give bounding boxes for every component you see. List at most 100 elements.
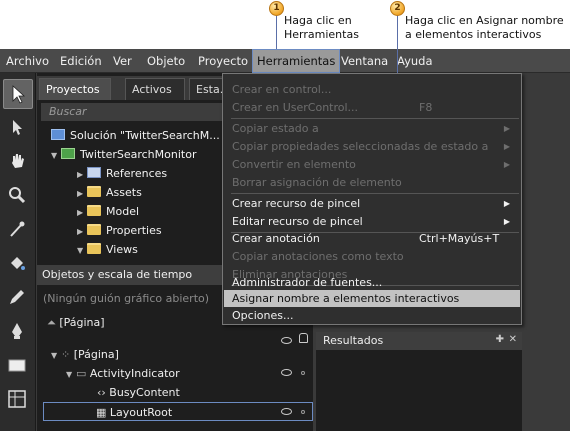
tree-page-label: [Página] [73,348,119,361]
tree-item-assets[interactable]: ▶ Assets [77,183,142,202]
collapse-arrow-icon[interactable]: ▶ [77,222,87,241]
expand-arrow-icon[interactable]: ▼ [51,346,61,365]
menu-item-label: Administrador de fuentes... [232,276,383,289]
storyboard-status[interactable]: (Ningún guión gráfico abierto) [43,289,209,308]
direct-selection-icon [13,120,22,135]
menu-item-label: Crear anotación [232,232,320,245]
visibility-eye-icon[interactable] [281,408,292,415]
collapse-arrow-icon[interactable]: ▶ [77,184,87,203]
direct-selection-tool[interactable] [3,113,33,143]
menu-objeto[interactable]: Objeto [147,49,185,73]
tree-item-properties[interactable]: ▶ Properties [77,221,162,240]
menu-item-copiar-propiedades[interactable]: Copiar propiedades seleccionadas de esta… [224,138,520,155]
lock-dot-icon[interactable] [301,410,305,414]
tree-item-references[interactable]: ▶ References [77,164,167,183]
menu-ver[interactable]: Ver [113,49,132,73]
grid-icon: ▦ [96,406,110,419]
scope-up-icon[interactable]: ⏶ [47,316,56,329]
magnifier-icon [9,187,26,204]
close-icon[interactable]: ✕ [509,334,517,345]
tab-proyectos[interactable]: Proyectos × [39,78,111,118]
tree-page-row[interactable]: ▼ ⁘ [Página] [51,345,119,364]
folder-icon [87,205,101,216]
menu-separator [231,193,519,194]
tree-item-views[interactable]: ▼ Views [77,240,138,259]
submenu-arrow-icon: ▶ [503,142,510,151]
page-scope-row[interactable]: ⏶ [Página] [47,313,105,332]
menu-item-shortcut: F8 [419,101,433,114]
eyedropper-tool[interactable] [3,215,33,245]
menu-item-label: Copiar estado a [232,122,319,135]
references-icon [87,167,101,178]
menu-edicion[interactable]: Edición [60,49,102,73]
pen-tool[interactable] [3,317,33,347]
menu-item-crear-control[interactable]: Crear en control... [224,81,520,98]
menu-item-label: Copiar propiedades seleccionadas de esta… [232,140,489,153]
menu-item-opciones[interactable]: Opciones... [224,307,520,324]
pin-icon[interactable]: ✚ [496,334,504,345]
menu-item-label: Editar recurso de pincel [232,215,363,228]
open-folder-icon [87,243,101,254]
submenu-arrow-icon: ▶ [503,199,510,208]
selection-tool[interactable] [3,79,33,109]
pan-tool[interactable] [3,147,33,177]
menu-item-shortcut: Ctrl+Mayús+T [419,232,500,245]
menu-item-copiar-estado[interactable]: Copiar estado a ▶ [224,120,520,137]
content-presenter-icon: ‹› [97,386,110,399]
expand-arrow-icon[interactable]: ▼ [77,241,87,260]
menu-ventana[interactable]: Ventana [341,49,388,73]
collapse-arrow-icon[interactable]: ▶ [77,203,87,222]
tree-solution[interactable]: Solución "TwitterSearchM... [51,126,220,145]
pencil-icon [10,290,24,304]
tree-project[interactable]: ▼ TwitterSearchMonitor [51,145,196,164]
callout-badge-1: 1 [269,1,284,16]
project-icon [61,148,75,159]
object-busycontent[interactable]: ‹› BusyContent [97,383,180,402]
pencil-tool[interactable] [3,283,33,313]
callout-area: 1 Haga clic en Herramientas 2 Haga clic … [0,0,570,54]
tree-solution-label: Solución "TwitterSearchM... [70,129,220,142]
paint-bucket-icon [11,257,25,270]
menu-item-label: Opciones... [232,309,294,322]
results-panel: Resultados ✚ ✕ [316,332,522,431]
object-activityindicator[interactable]: ▼ ▭ ActivityIndicator [66,364,180,383]
collapse-arrow-icon[interactable]: ▶ [77,165,87,184]
callout-badge-2: 2 [390,1,405,16]
menu-item-convertir-elemento[interactable]: Convertir en elemento ▶ [224,156,520,173]
menu-item-copiar-anotaciones[interactable]: Copiar anotaciones como texto [224,248,520,265]
menu-item-crear-recurso-pincel[interactable]: Crear recurso de pincel ▶ [224,195,520,212]
rectangle-tool[interactable] [3,351,33,381]
menu-archivo[interactable]: Archivo [6,49,49,73]
submenu-arrow-icon: ▶ [503,217,510,226]
menu-item-administrador-fuentes[interactable]: Administrador de fuentes... [224,274,520,291]
page-scope-label: [Página] [59,316,105,329]
tab-activos[interactable]: Activos [125,78,185,100]
menu-ayuda[interactable]: Ayuda [397,49,433,73]
folder-icon [87,186,101,197]
menu-item-crear-usercontrol[interactable]: Crear en UserControl... F8 [224,99,520,116]
menu-herramientas[interactable]: Herramientas [252,49,341,73]
menu-proyecto[interactable]: Proyecto [198,49,248,73]
solution-icon [51,129,65,140]
hand-icon [12,154,24,168]
control-icon: ▭ [76,367,90,380]
selection-arrow-icon [12,85,26,104]
visibility-eye-icon[interactable] [281,337,292,344]
object-layoutroot[interactable]: ▦ LayoutRoot [43,402,313,421]
menu-item-asignar-nombre[interactable]: Asignar nombre a elementos interactivos [224,290,520,307]
grid-layout-tool[interactable] [3,385,33,415]
menu-item-crear-anotacion[interactable]: Crear anotación Ctrl+Mayús+T [224,230,520,247]
lock-icon[interactable] [299,333,308,343]
tree-item-label: Views [106,243,138,256]
zoom-tool[interactable] [3,181,33,211]
lock-dot-icon[interactable] [301,371,305,375]
expand-arrow-icon[interactable]: ▼ [66,365,76,384]
menu-item-editar-recurso-pincel[interactable]: Editar recurso de pincel ▶ [224,213,520,230]
expand-arrow-icon[interactable]: ▼ [51,146,61,165]
callout-1-line1: Haga clic en [284,14,352,27]
tree-item-model[interactable]: ▶ Model [77,202,139,221]
visibility-eye-icon[interactable] [281,369,292,376]
menu-item-borrar-asignacion[interactable]: Borrar asignación de elemento [224,174,520,191]
paint-bucket-tool[interactable] [3,249,33,279]
callout-1-line2: Herramientas [284,28,359,41]
